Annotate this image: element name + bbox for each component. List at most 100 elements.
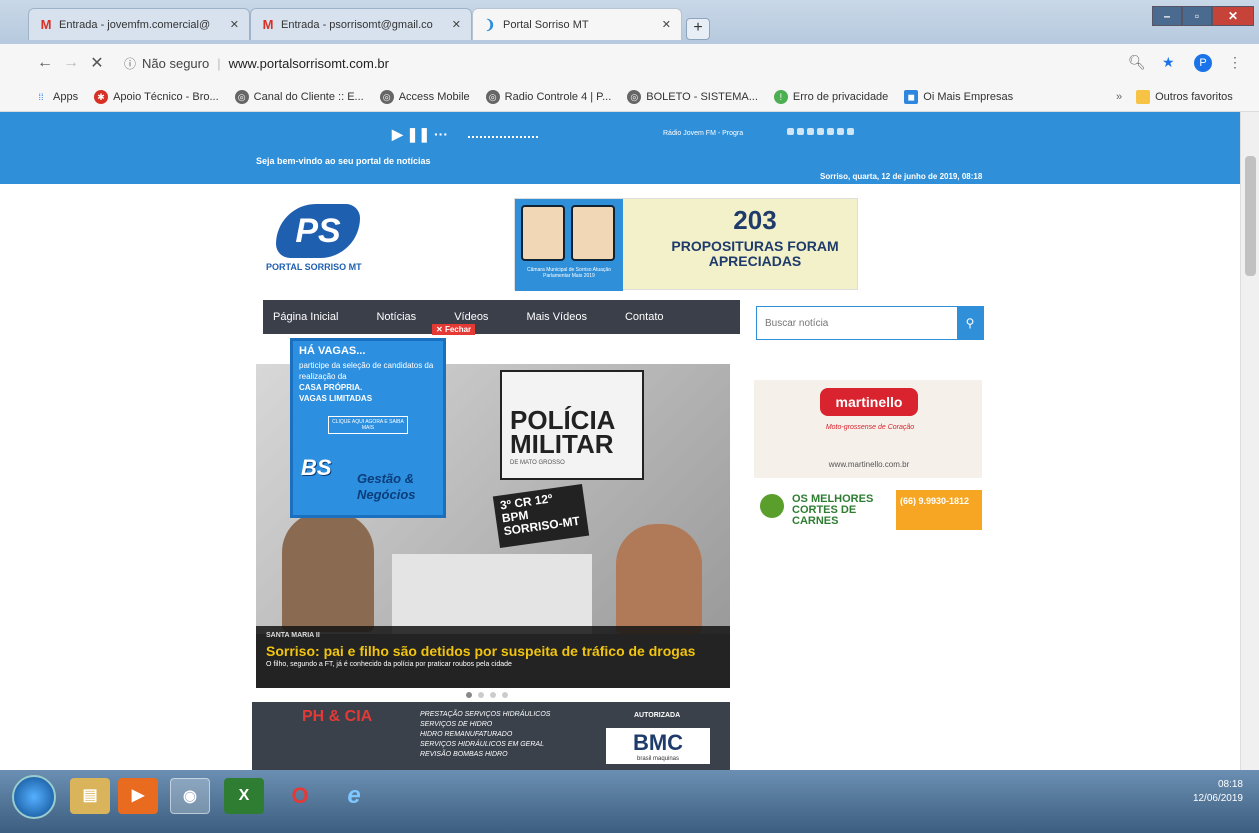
page-viewport: ▶ ❚❚ ··· Rádio Jovem FM - Progra Seja be… (0, 112, 1240, 770)
site-icon: ✱ (94, 89, 109, 104)
martinello-tagline: Moto-grossense de Coração (825, 424, 915, 431)
profile-avatar[interactable]: P (1194, 54, 1212, 72)
slider-dot[interactable] (490, 692, 496, 698)
social-icon[interactable] (807, 128, 814, 135)
back-arrow-icon[interactable]: ← (32, 54, 58, 72)
scrollbar-thumb[interactable] (1245, 156, 1256, 276)
site-top-bar: ▶ ❚❚ ··· Rádio Jovem FM - Progra Seja be… (0, 112, 1240, 184)
tab-gmail-2[interactable]: M Entrada - psorrisomt@gmail.co ✕ (250, 8, 472, 40)
ph-cia-brand: PH & CIA (302, 708, 373, 725)
bookmarks-bar: ⁞⁞ Apps ✱ Apoio Técnico - Bro... ◎ Canal… (0, 82, 1259, 112)
tab-gmail-1[interactable]: M Entrada - jovemfm.comercial@ ✕ (28, 8, 250, 40)
bookmark-canal-cliente[interactable]: ◎ Canal do Cliente :: E... (234, 89, 364, 104)
radio-player-controls[interactable]: ▶ ❚❚ ··· (392, 126, 448, 143)
nav-videos[interactable]: Vídeos (454, 311, 488, 323)
minimize-button[interactable]: – (1152, 6, 1182, 26)
apps-grid-icon: ⁞⁞ (38, 91, 44, 102)
slide-headline[interactable]: Sorriso: pai e filho são detidos por sus… (266, 643, 720, 659)
bookmark-boleto[interactable]: ◎ BOLETO - SISTEMA... (627, 89, 758, 104)
other-bookmarks[interactable]: » Outros favoritos (1116, 89, 1233, 104)
bookmark-oi-empresas[interactable]: ◼ Oi Mais Empresas (904, 89, 1013, 104)
forward-arrow-icon[interactable]: → (58, 54, 84, 72)
banner-photos: Câmara Municipal de Sorriso Atuação Parl… (515, 199, 623, 291)
date-text: Sorriso, quarta, 12 de junho de 2019, 08… (820, 172, 983, 181)
nav-pagina-inicial[interactable]: Página Inicial (273, 311, 338, 323)
search-icon: ⚲ (965, 316, 975, 330)
search-input[interactable] (757, 307, 957, 339)
slider-dot[interactable] (502, 692, 508, 698)
carnes-ad[interactable]: OS MELHORES CORTES DE CARNES (66) 9.9930… (754, 488, 982, 534)
bookmark-label: Apoio Técnico - Bro... (113, 90, 219, 103)
maximize-button[interactable]: ▫ (1182, 6, 1212, 26)
bookmark-access-mobile[interactable]: ◎ Access Mobile (379, 89, 470, 104)
nav-contato[interactable]: Contato (625, 311, 664, 323)
new-tab-button[interactable]: + (686, 18, 710, 40)
close-icon[interactable]: ✕ (662, 18, 671, 31)
excel-icon[interactable]: X (224, 778, 264, 814)
social-icons (787, 128, 854, 135)
file-explorer-icon[interactable]: ▤ (70, 778, 110, 814)
popup-cta-button[interactable]: CLIQUE AQUI AGORA E SAIBA MAIS (328, 416, 408, 434)
ph-cia-ad[interactable]: PH & CIA PRESTAÇÃO SERVIÇOS HIDRÁULICOS … (252, 702, 730, 770)
popup-title: HÁ VAGAS... (299, 345, 366, 357)
bookmark-star-icon[interactable]: ★ (1162, 54, 1175, 71)
stop-loading-icon[interactable]: ✕ (84, 53, 110, 73)
internet-explorer-icon[interactable]: e (334, 778, 374, 814)
popup-body: participe da seleção de candidatos da re… (299, 360, 437, 404)
bookmark-apoio-tecnico[interactable]: ✱ Apoio Técnico - Bro... (94, 89, 219, 104)
slider-dots (466, 692, 508, 698)
close-icon[interactable]: ✕ (452, 18, 461, 31)
address-bar[interactable]: ⓘ Não seguro | www.portalsorrisomt.com.b… (124, 55, 389, 72)
chevron-double-right-icon[interactable]: » (1116, 91, 1122, 103)
social-icon[interactable] (797, 128, 804, 135)
service-item: REVISÃO BOMBAS HIDRO (420, 751, 508, 758)
bookmark-erro-privacidade[interactable]: ! Erro de privacidade (773, 89, 888, 104)
slide-caption: SANTA MARIA II Sorriso: pai e filho são … (256, 626, 730, 688)
volume-bar[interactable] (468, 130, 538, 138)
page-scrollbar[interactable] (1240, 112, 1259, 770)
media-player-icon[interactable]: ▶ (118, 778, 158, 814)
start-button[interactable] (12, 775, 56, 819)
clock-time[interactable]: 08:18 (1193, 778, 1243, 792)
social-icon[interactable] (827, 128, 834, 135)
slider-dot[interactable] (466, 692, 472, 698)
bmc-subtext: brasil maquinas (636, 756, 680, 762)
info-icon[interactable]: ⓘ (124, 55, 136, 72)
chrome-icon[interactable]: ◉ (170, 778, 210, 814)
social-icon[interactable] (847, 128, 854, 135)
menu-dots-icon[interactable]: ⋮ (1228, 54, 1242, 71)
url-text[interactable]: www.portalsorrisomt.com.br (229, 56, 389, 71)
slider-dot[interactable] (478, 692, 484, 698)
site-logo[interactable]: PS PORTAL SORRISO MT (266, 204, 376, 280)
main-navigation: Página Inicial Notícias Vídeos Mais Víde… (263, 300, 740, 334)
close-icon[interactable]: ✕ (230, 18, 239, 31)
folder-icon (1136, 89, 1151, 104)
radio-station-label: Rádio Jovem FM - Progra (663, 130, 744, 137)
bookmark-apps[interactable]: ⁞⁞ Apps (34, 90, 78, 104)
social-icon[interactable] (817, 128, 824, 135)
suspect-photo (282, 512, 374, 632)
ph-cia-services: PRESTAÇÃO SERVIÇOS HIDRÁULICOS SERVIÇOS … (420, 710, 550, 760)
social-icon[interactable] (787, 128, 794, 135)
globe-icon: ◎ (627, 89, 642, 104)
close-popup-button[interactable]: ✕ Fechar (432, 324, 476, 335)
martinello-ad[interactable]: martinello Moto-grossense de Coração www… (754, 380, 982, 478)
bookmark-radio-controle[interactable]: ◎ Radio Controle 4 | P... (485, 89, 611, 104)
tab-portal-sorriso[interactable]: ❩ Portal Sorriso MT ✕ (472, 8, 682, 40)
clock-date[interactable]: 12/06/2019 (1193, 792, 1243, 806)
window-close-button[interactable]: ✕ (1212, 6, 1254, 26)
nav-noticias[interactable]: Notícias (376, 311, 416, 323)
other-bookmarks-label: Outros favoritos (1155, 90, 1233, 103)
social-icon[interactable] (837, 128, 844, 135)
service-item: SERVIÇOS HIDRÁULICOS EM GERAL (420, 741, 544, 748)
globe-icon: ◎ (485, 89, 500, 104)
search-button[interactable]: ⚲ (957, 307, 983, 339)
vagas-popup-ad[interactable]: HÁ VAGAS... participe da seleção de cand… (290, 338, 446, 518)
nav-mais-videos[interactable]: Mais Vídeos (526, 311, 587, 323)
camara-banner-ad[interactable]: Câmara Municipal de Sorriso Atuação Parl… (514, 198, 858, 291)
banner-caption: Câmara Municipal de Sorriso Atuação Parl… (527, 267, 611, 279)
zoom-icon[interactable]: 🔍︎ (1128, 54, 1146, 71)
person-photo (571, 205, 615, 261)
opera-icon[interactable]: O (280, 778, 320, 814)
gmail-icon: M (262, 16, 274, 32)
